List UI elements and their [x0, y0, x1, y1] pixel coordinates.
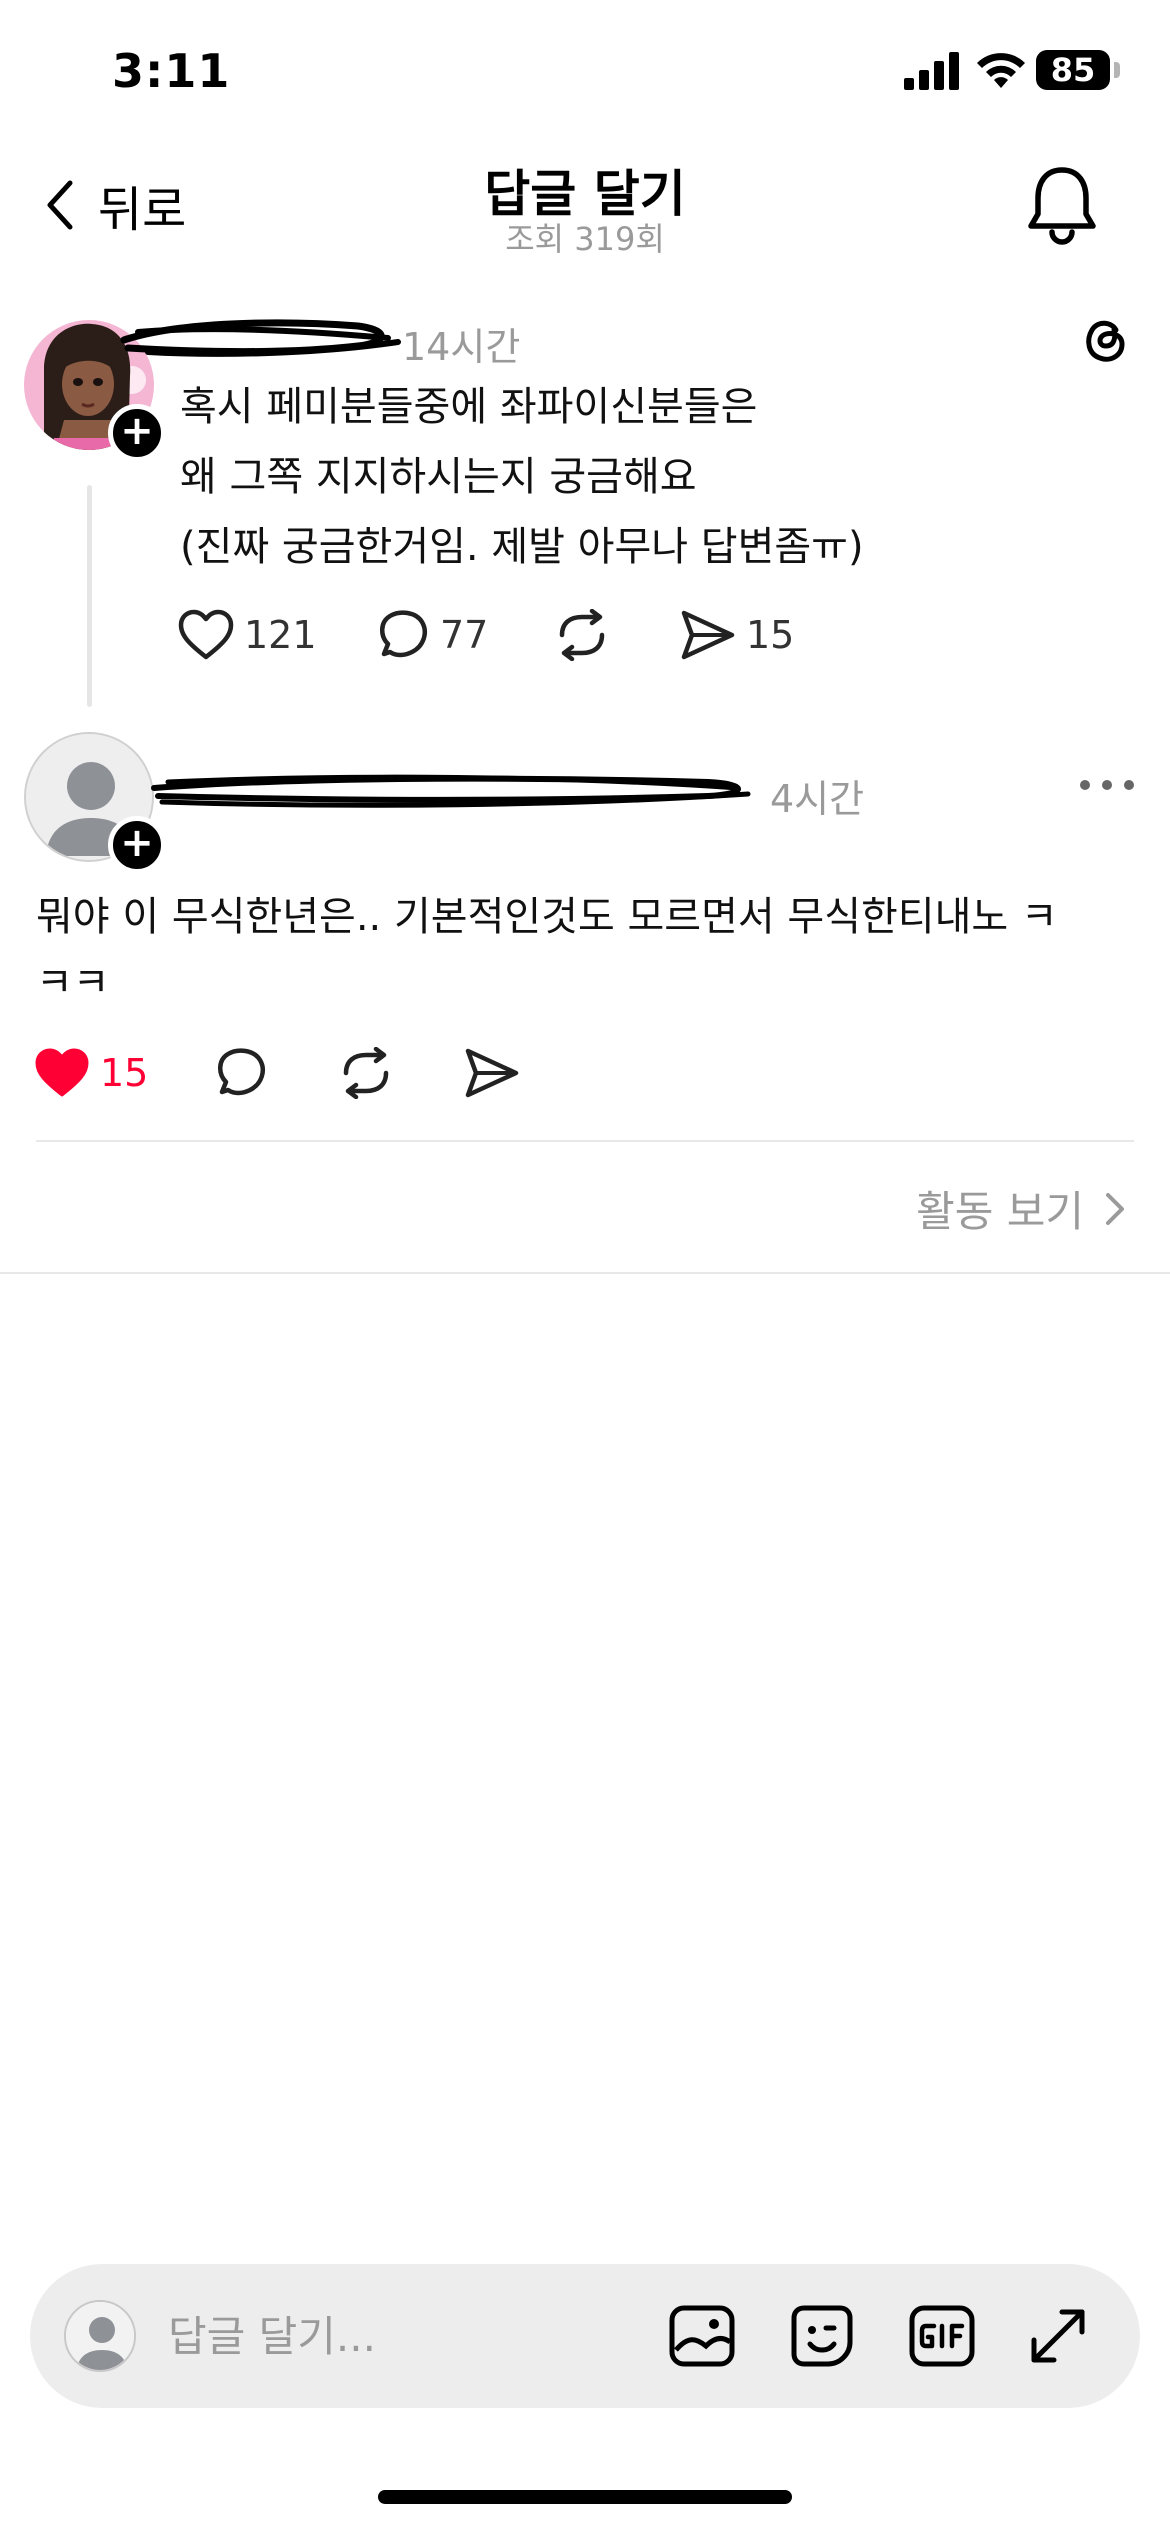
- repost-button[interactable]: [338, 1047, 464, 1099]
- heart-icon: [178, 609, 234, 660]
- post-line: 혹시 페미분들중에 좌파이신분들은: [180, 384, 758, 430]
- original-post-actions: 121 77 15: [178, 608, 794, 662]
- repost-icon: [343, 1047, 389, 1099]
- send-icon: [465, 1048, 519, 1098]
- expand-icon[interactable]: [1022, 2300, 1094, 2372]
- more-options-button[interactable]: [1080, 770, 1134, 800]
- post-line: ㅋㅋ: [36, 960, 110, 1006]
- more-dot: [1102, 780, 1112, 790]
- image-icon[interactable]: [666, 2300, 738, 2372]
- send-icon: [681, 610, 735, 660]
- like-count: 15: [100, 1051, 149, 1095]
- reply-post-actions: 15: [34, 1046, 520, 1100]
- comment-icon: [380, 610, 427, 658]
- share-button[interactable]: 15: [680, 609, 794, 661]
- share-count: 15: [746, 613, 795, 657]
- follow-plus-button[interactable]: +: [108, 404, 166, 462]
- like-button[interactable]: 121: [178, 609, 374, 661]
- view-activity-label: 활동 보기: [916, 1187, 1084, 1236]
- home-indicator[interactable]: [378, 2490, 792, 2504]
- more-dot: [1080, 780, 1090, 790]
- repost-icon: [559, 609, 605, 661]
- more-dot: [1124, 780, 1134, 790]
- cellular-signal-icon: [904, 52, 959, 90]
- wifi-icon: [977, 53, 1025, 88]
- redacted-username: [151, 774, 751, 808]
- comment-icon: [218, 1048, 265, 1096]
- chevron-right-icon: [1106, 1192, 1124, 1225]
- bell-icon[interactable]: [1026, 164, 1098, 248]
- like-count: 121: [244, 613, 317, 657]
- reply-composer: [30, 2264, 1140, 2408]
- comment-count: 77: [440, 613, 489, 657]
- threads-logo-icon[interactable]: [1078, 312, 1132, 366]
- post-line: 뭐야 이 무식한년은.. 기본적인것도 모르면서 무식한티내노 ㅋ: [36, 894, 1058, 940]
- follow-plus-button[interactable]: +: [108, 816, 166, 874]
- original-post-body: 혹시 페미분들중에 좌파이신분들은 왜 그쪽 지지하시는지 궁금해요 (진짜 궁…: [180, 372, 864, 582]
- nav-bar: 뒤로 답글 달기 조회 319회: [0, 150, 1170, 280]
- post-line: (진짜 궁금한거임. 제발 아무나 답변좀ㅠ): [180, 524, 864, 570]
- post-line: 왜 그쪽 지지하시는지 궁금해요: [180, 454, 697, 500]
- battery-indicator: 85: [1036, 50, 1110, 90]
- battery-cap: [1114, 62, 1120, 78]
- comment-button[interactable]: [212, 1046, 338, 1100]
- my-avatar: [64, 2300, 136, 2372]
- reply-post-body: 뭐야 이 무식한년은.. 기본적인것도 모르면서 무식한티내노 ㅋ ㅋㅋ: [36, 884, 1146, 1016]
- comment-button[interactable]: 77: [374, 608, 554, 662]
- original-post-time: 14시간: [402, 325, 521, 369]
- status-bar: 3:11 85: [0, 0, 1170, 150]
- view-activity-link[interactable]: 활동 보기: [916, 1178, 1130, 1239]
- heart-filled-icon: [35, 1048, 89, 1097]
- redacted-username: [120, 319, 401, 357]
- divider: [36, 1140, 1134, 1142]
- view-count: 조회 319회: [505, 220, 665, 258]
- thread-connector-line: [87, 485, 92, 707]
- like-button[interactable]: 15: [34, 1047, 212, 1099]
- reply-post-time: 4시간: [770, 777, 865, 821]
- sticker-icon[interactable]: [786, 2300, 858, 2372]
- repost-button[interactable]: [554, 609, 680, 661]
- reply-input[interactable]: [168, 2300, 668, 2372]
- gif-icon[interactable]: [906, 2300, 978, 2372]
- share-button[interactable]: [464, 1047, 520, 1099]
- divider: [0, 1272, 1170, 1274]
- status-time: 3:11: [112, 44, 231, 98]
